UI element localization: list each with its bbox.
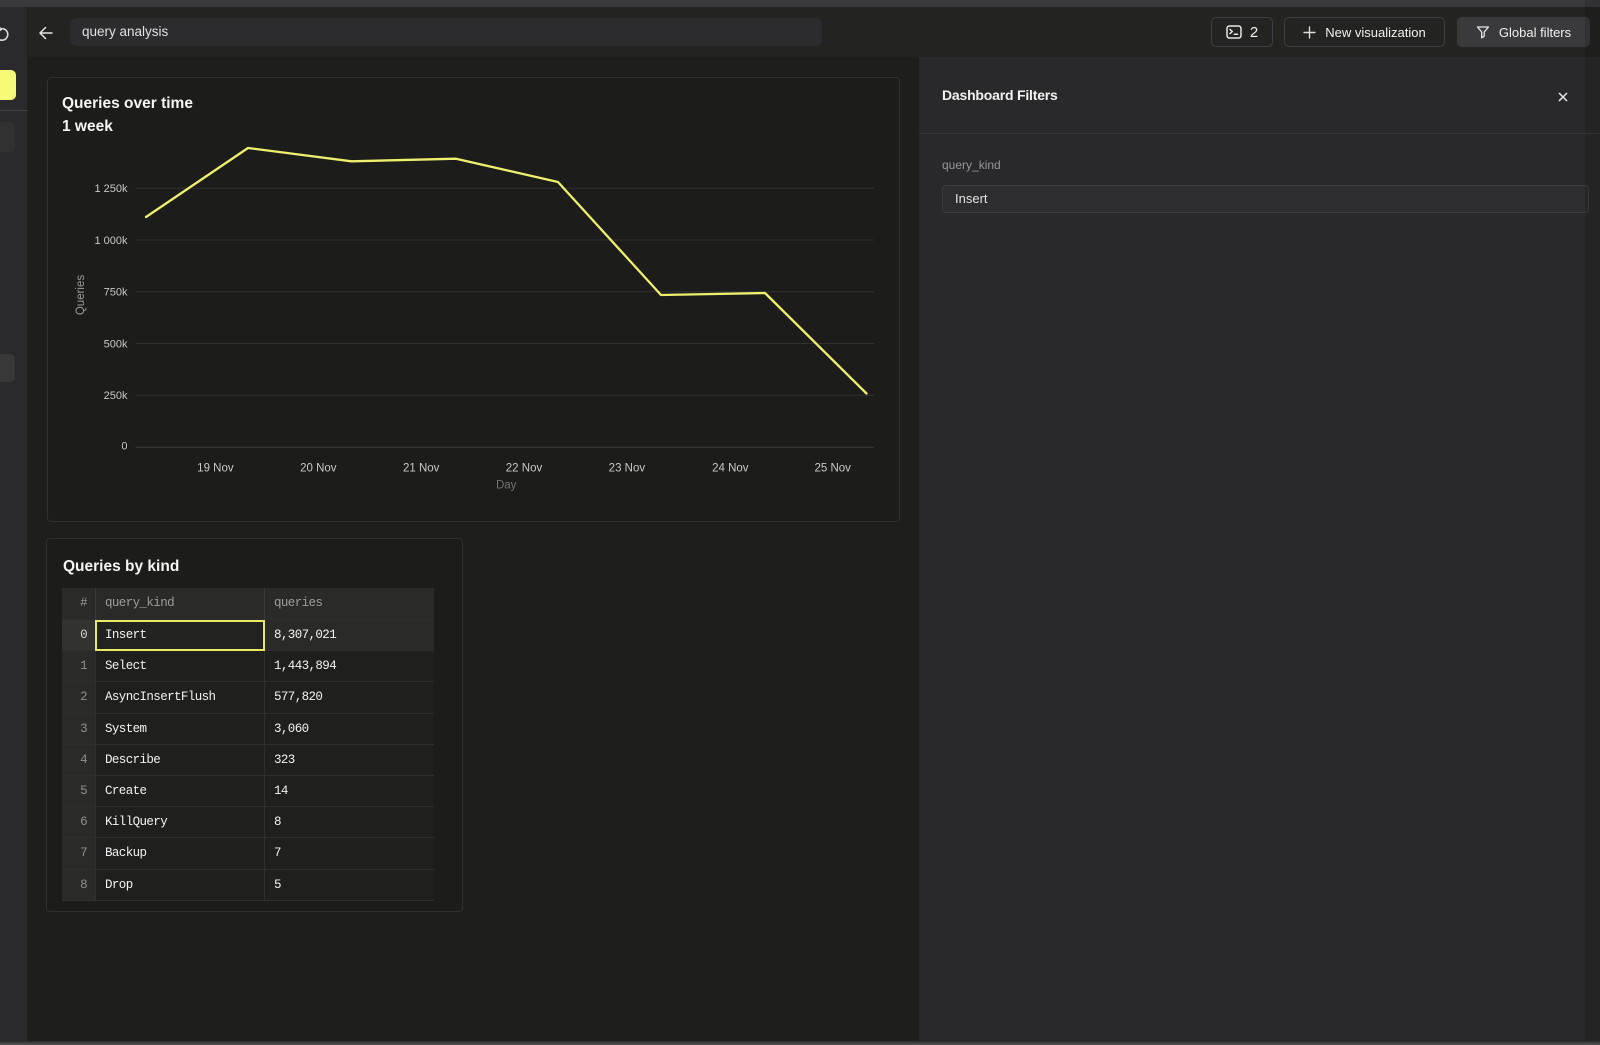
svg-text:1 000k: 1 000k xyxy=(94,235,128,247)
svg-text:0: 0 xyxy=(121,440,127,452)
svg-text:22 Nov: 22 Nov xyxy=(506,463,543,475)
svg-text:19 Nov: 19 Nov xyxy=(197,463,234,475)
svg-text:23 Nov: 23 Nov xyxy=(609,463,646,475)
svg-text:750k: 750k xyxy=(104,287,128,299)
svg-text:21 Nov: 21 Nov xyxy=(403,463,440,475)
svg-text:Day: Day xyxy=(496,480,517,492)
svg-text:Queries: Queries xyxy=(75,275,87,316)
svg-text:250k: 250k xyxy=(104,390,128,402)
svg-text:500k: 500k xyxy=(104,338,128,350)
svg-text:20 Nov: 20 Nov xyxy=(300,463,337,475)
svg-text:24 Nov: 24 Nov xyxy=(712,463,749,475)
svg-text:25 Nov: 25 Nov xyxy=(814,463,851,475)
svg-text:1 250k: 1 250k xyxy=(94,183,128,195)
